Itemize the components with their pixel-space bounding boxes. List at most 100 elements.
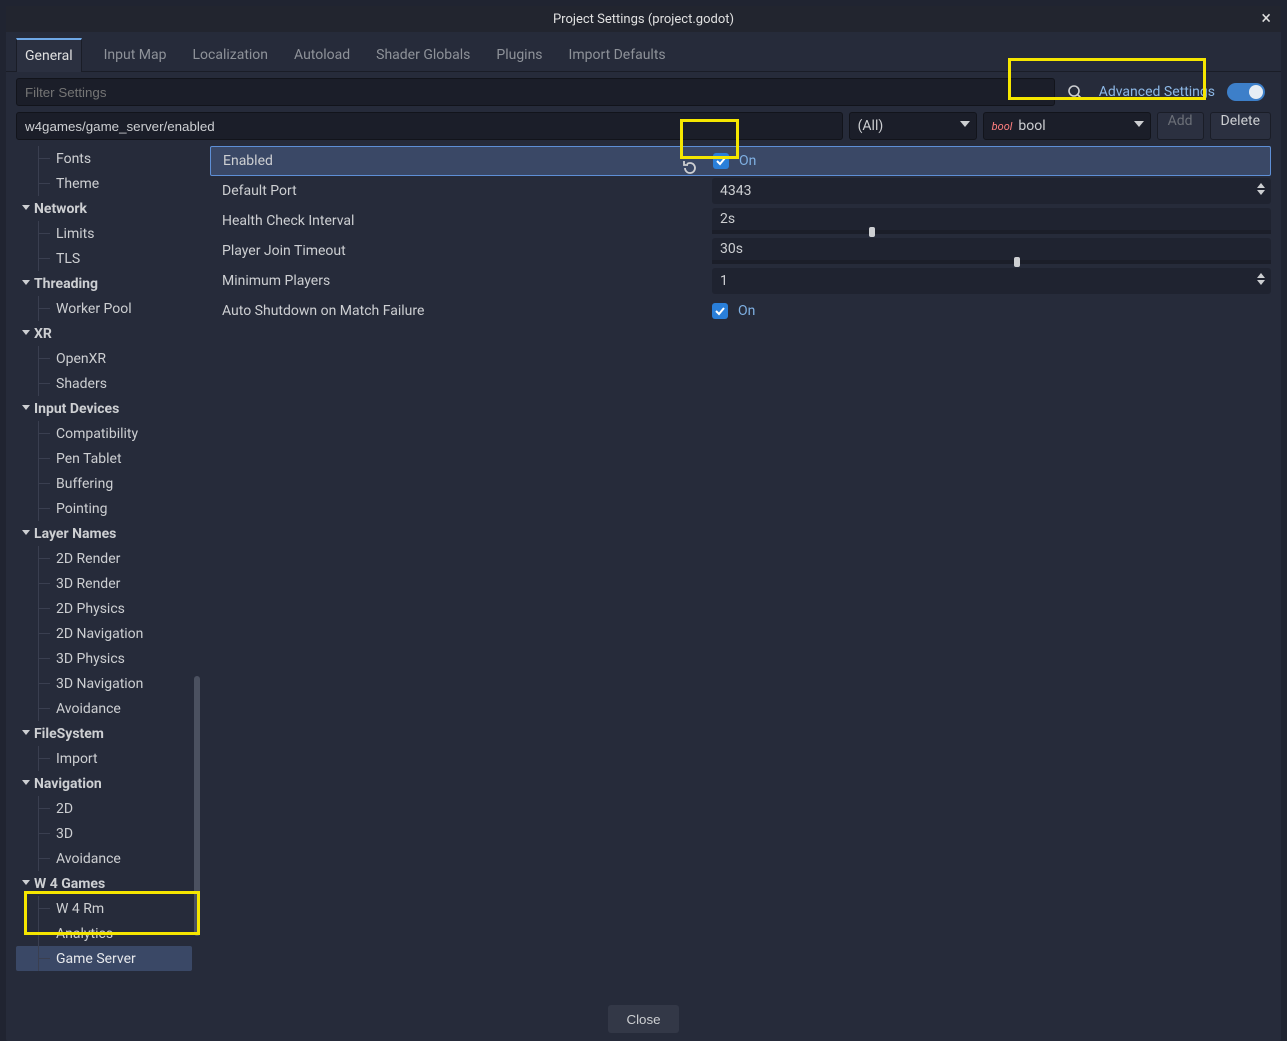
tree-item-label: 3D Physics [56,651,125,667]
tab-autoload[interactable]: Autoload [290,39,354,71]
tab-general[interactable]: General [16,38,82,72]
property-label: Minimum Players [222,273,330,289]
property-row-health-check[interactable]: Health Check Interval 2 s [210,206,1271,236]
chevron-down-icon [22,530,30,535]
unit-label: s [736,241,743,257]
scrollbar-thumb[interactable] [194,676,200,936]
tree-item[interactable]: 3D [16,821,192,846]
chevron-down-icon [22,405,30,410]
tree-item[interactable]: Pointing [16,496,192,521]
tree-item[interactable]: 3D Physics [16,646,192,671]
tree-item[interactable]: 2D Physics [16,596,192,621]
property-row-enabled[interactable]: Enabled On [210,146,1271,176]
tree-item[interactable]: Fonts [16,146,192,171]
type-dropdown-value: bool [1018,118,1045,134]
chevron-down-icon [22,730,30,735]
tree-item[interactable]: Analytics [16,921,192,946]
tree-item[interactable]: Avoidance [16,846,192,871]
search-icon[interactable] [1061,78,1089,106]
tab-localization[interactable]: Localization [188,39,272,71]
property-path-input[interactable] [16,112,843,140]
tab-input-map[interactable]: Input Map [100,39,171,71]
join-timeout-field[interactable]: 30 s [712,238,1271,264]
default-port-field[interactable]: 4343 [712,178,1271,204]
tree-category[interactable]: Layer Names [16,521,192,546]
tree-item[interactable]: OpenXR [16,346,192,371]
category-tree[interactable]: Fonts Theme NetworkLimitsTLS Threading Worke… [16,146,200,993]
tree-item-label: Theme [56,176,99,192]
tree-item[interactable]: 2D [16,796,192,821]
tree-category[interactable]: XR [16,321,192,346]
advanced-settings-toggle[interactable] [1227,83,1265,101]
slider-handle[interactable] [869,227,875,237]
type-dropdown[interactable]: bool bool [983,112,1151,140]
tree-item[interactable]: Avoidance [16,696,192,721]
property-row-default-port[interactable]: Default Port 4343 [210,176,1271,206]
tree-item[interactable]: Shaders [16,371,192,396]
tree-category[interactable]: Navigation [16,771,192,796]
tree-item[interactable]: 3D Navigation [16,671,192,696]
tree-category-label: FileSystem [34,726,104,742]
spinner-icon[interactable] [1257,273,1265,285]
revert-icon[interactable] [681,159,699,177]
tree-item[interactable]: 2D Navigation [16,621,192,646]
property-row-min-players[interactable]: Minimum Players 1 [210,266,1271,296]
tree-category[interactable]: Network [16,196,192,221]
add-button[interactable]: Add [1157,112,1204,140]
section-dropdown[interactable]: (All) [849,112,977,140]
property-label: Auto Shutdown on Match Failure [222,303,424,319]
join-timeout-value: 30 [720,241,736,257]
property-row-auto-shutdown[interactable]: Auto Shutdown on Match Failure On [210,296,1271,326]
tree-item-label: Game Server [56,951,136,967]
tab-plugins[interactable]: Plugins [492,39,546,71]
tree-category[interactable]: Input Devices [16,396,192,421]
tree-item[interactable]: Theme [16,171,192,196]
tree-category[interactable]: Threading [16,271,192,296]
enabled-checkbox[interactable] [713,153,729,169]
health-check-value: 2 [720,211,728,227]
property-row-join-timeout[interactable]: Player Join Timeout 30 s [210,236,1271,266]
chevron-down-icon [22,280,30,285]
slider-handle[interactable] [1014,257,1020,267]
tree-item[interactable]: 2D Render [16,546,192,571]
filter-settings-input[interactable] [16,78,1055,106]
min-players-value: 1 [720,273,728,289]
tree-item-label: 2D [56,801,73,817]
spinner-icon[interactable] [1257,183,1265,195]
tree-category[interactable]: FileSystem [16,721,192,746]
tree-item-label: 2D Physics [56,601,125,617]
tree-category-label: Threading [34,276,98,292]
tree-item[interactable]: 3D Render [16,571,192,596]
tree-item-label: Analytics [56,926,113,942]
tab-shader-globals[interactable]: Shader Globals [372,39,474,71]
tree-item-label: Compatibility [56,426,138,442]
tab-strip: General Input Map Localization Autoload … [6,32,1281,72]
tree-item[interactable]: Buffering [16,471,192,496]
tree-item-label: 2D Render [56,551,120,567]
delete-button[interactable]: Delete [1210,112,1271,140]
tree-item[interactable]: Limits [16,221,192,246]
chevron-down-icon [22,205,30,210]
tree-category[interactable]: W 4 Games [16,871,192,896]
tree-item[interactable]: Game Server [16,946,192,971]
default-port-value: 4343 [720,183,751,199]
close-button[interactable]: Close [608,1005,678,1033]
property-label: Health Check Interval [222,213,354,229]
tree-item[interactable]: W 4 Rm [16,896,192,921]
window-title: Project Settings (project.godot) [6,12,1281,27]
property-label: Default Port [222,183,297,199]
health-check-field[interactable]: 2 s [712,208,1271,234]
tree-item[interactable]: Pen Tablet [16,446,192,471]
tree-item-label: 3D Render [56,576,120,592]
auto-shutdown-checkbox[interactable] [712,303,728,319]
auto-shutdown-on-text: On [738,303,755,319]
tree-item-label: Avoidance [56,701,121,717]
tree-item[interactable]: Import [16,746,192,771]
tree-item[interactable]: TLS [16,246,192,271]
tree-item[interactable]: Worker Pool [16,296,192,321]
tab-import-defaults[interactable]: Import Defaults [565,39,670,71]
close-icon[interactable]: × [1257,8,1275,29]
min-players-field[interactable]: 1 [712,268,1271,294]
tree-item[interactable]: Compatibility [16,421,192,446]
tree-item-label: 3D [56,826,73,842]
